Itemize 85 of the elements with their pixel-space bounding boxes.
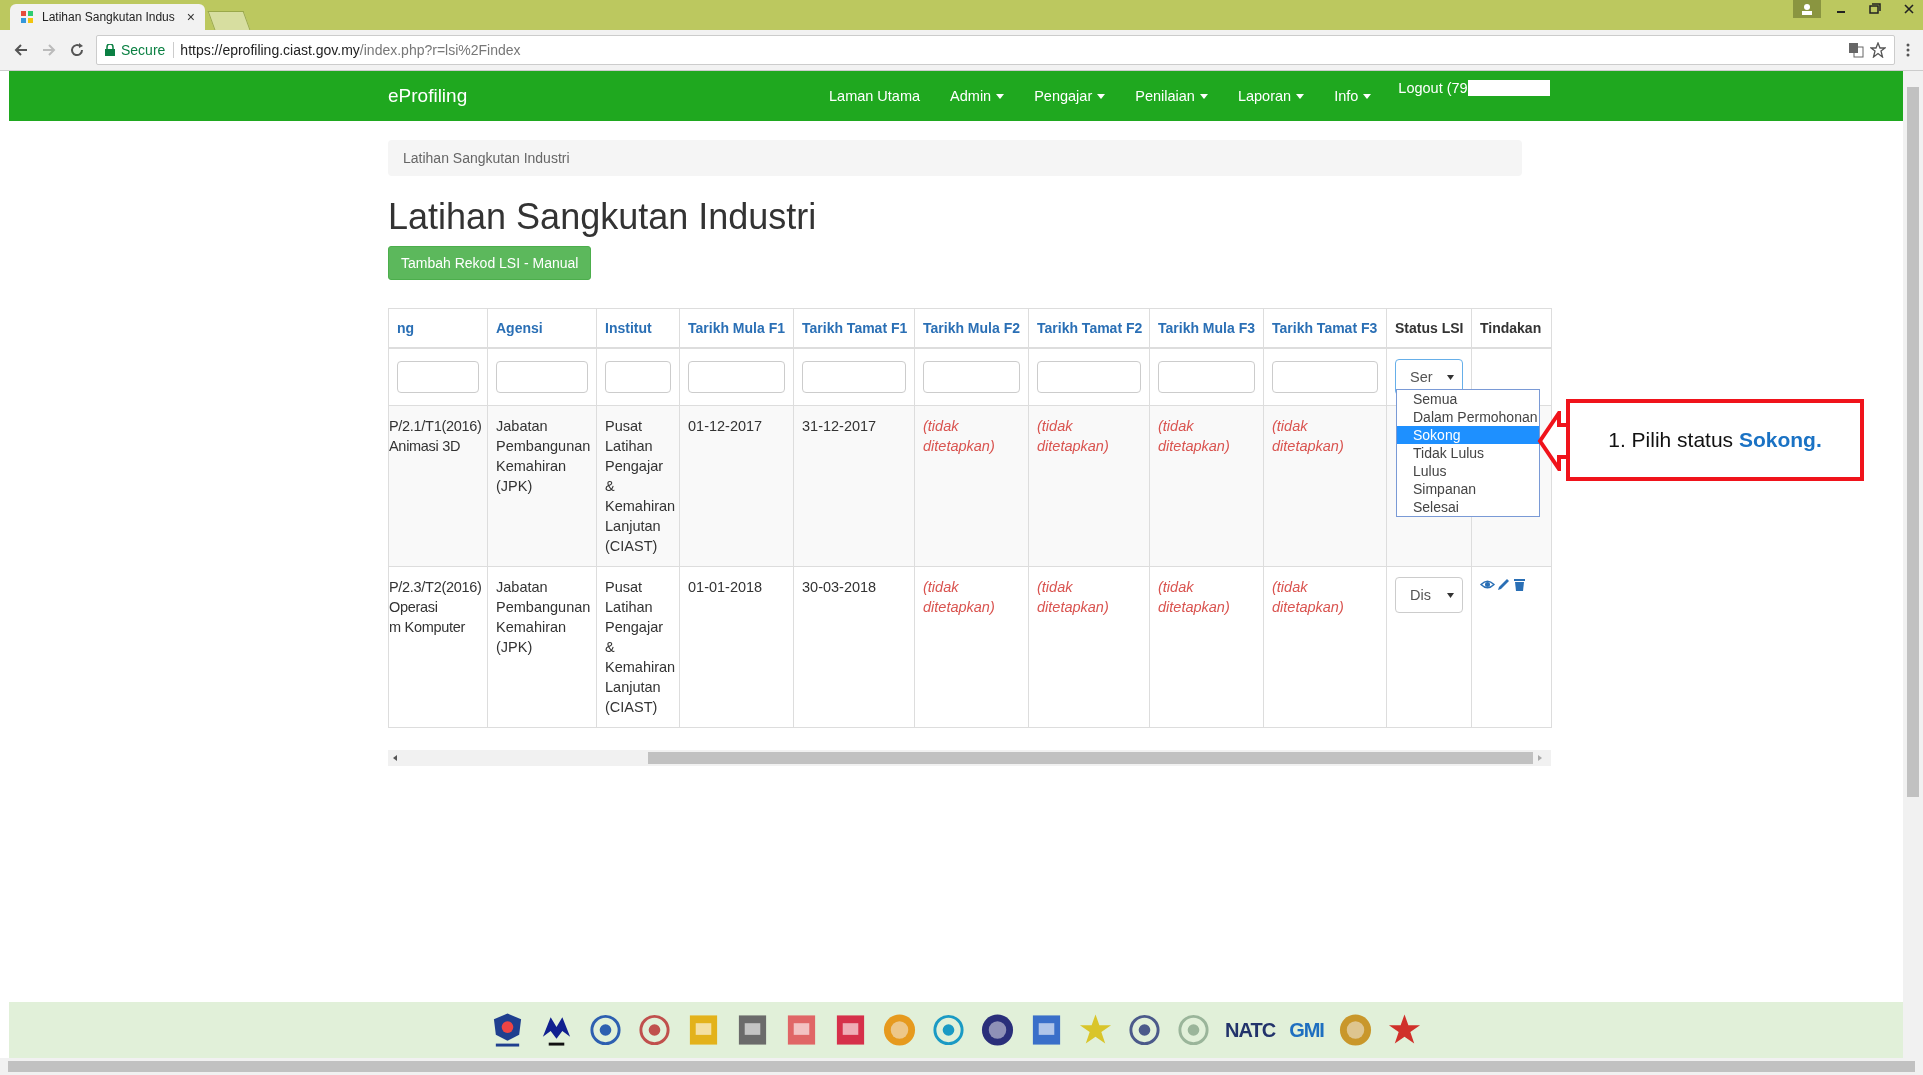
- logo-text: GMI: [1289, 1018, 1324, 1042]
- caret-icon: [1447, 374, 1454, 380]
- round-logo-icon: [1337, 1011, 1373, 1049]
- more-menu-icon[interactable]: [1905, 42, 1911, 58]
- trash-icon[interactable]: [1512, 577, 1527, 592]
- filter-field[interactable]: [397, 361, 479, 393]
- page-title: Latihan Sangkutan Industri: [388, 196, 818, 238]
- table-cell-text: (tidak ditetapkan): [1272, 417, 1345, 456]
- breadcrumb-item: Latihan Sangkutan Industri: [403, 150, 570, 166]
- nav-item[interactable]: Pengajar: [1019, 88, 1121, 104]
- grid-favicon-icon: [20, 10, 34, 24]
- reload-icon[interactable]: [68, 41, 86, 59]
- pencil-icon[interactable]: [1496, 577, 1511, 592]
- secure-label: Secure: [121, 42, 175, 58]
- filter-field[interactable]: [605, 361, 671, 393]
- table-cell-text: Jabatan Pembangunan Kemahiran (JPK): [496, 578, 588, 657]
- page-horizontal-scrollbar[interactable]: [0, 1058, 1923, 1075]
- caret-icon: [1097, 93, 1106, 99]
- nav-item[interactable]: Info: [1319, 88, 1387, 104]
- table-cell-text: Jabatan Pembangunan Kemahiran (JPK): [496, 417, 588, 496]
- dropdown-option[interactable]: Simpanan: [1397, 480, 1539, 498]
- filter-field[interactable]: [1272, 361, 1378, 393]
- table-cell-text: P/2.3/T2(2016) Operasi m Komputer: [389, 578, 483, 637]
- caret-icon: [996, 93, 1005, 99]
- new-tab-button[interactable]: [207, 11, 251, 30]
- dropdown-option[interactable]: Selesai: [1397, 498, 1539, 516]
- eye-icon[interactable]: [1480, 577, 1495, 592]
- dropdown-option[interactable]: Lulus: [1397, 462, 1539, 480]
- caret-icon: [1199, 93, 1208, 99]
- column-header: Tindakan: [1471, 308, 1552, 348]
- address-bar[interactable]: Secure https://eprofiling.ciast.gov.my/index.php?r=lsi%2Findex: [96, 35, 1895, 65]
- browser-tab[interactable]: Latihan Sangkutan Indus ×: [10, 4, 205, 30]
- url-text: https://eprofiling.ciast.gov.my/index.php?r=lsi%2Findex: [180, 42, 521, 58]
- dropdown-option[interactable]: Dalam Permohonan: [1397, 408, 1539, 426]
- column-header[interactable]: Tarikh Tamat F1: [793, 308, 915, 348]
- nav-item[interactable]: Laporan: [1222, 88, 1320, 104]
- caret-icon: [1447, 592, 1454, 598]
- table-cell-text: (tidak ditetapkan): [1037, 417, 1110, 456]
- table-cell-text: P/2.1/T1(2016) Animasi 3D: [389, 417, 483, 456]
- table-cell-text: (tidak ditetapkan): [1158, 578, 1231, 617]
- table-cell-text: (tidak ditetapkan): [1037, 578, 1110, 617]
- table-cell-text: (tidak ditetapkan): [923, 417, 996, 456]
- nav-item[interactable]: Laman Utama: [814, 88, 936, 104]
- table-cell-text: 01-12-2017: [688, 417, 764, 436]
- logout-link[interactable]: Logout (79: [1398, 80, 1468, 96]
- table-cell-text: (tidak ditetapkan): [923, 578, 996, 617]
- callout-text: 1. Pilih status Sokong.: [1608, 428, 1822, 452]
- filter-field[interactable]: [688, 361, 785, 393]
- column-header[interactable]: Tarikh Tamat F3: [1263, 308, 1387, 348]
- vertical-scrollbar[interactable]: [1903, 71, 1923, 1058]
- translate-icon[interactable]: [1848, 42, 1864, 58]
- column-header[interactable]: Agensi: [487, 308, 597, 348]
- dropdown-option[interactable]: Tidak Lulus: [1397, 444, 1539, 462]
- column-header[interactable]: Tarikh Mula F2: [914, 308, 1029, 348]
- round-logo-icon: [882, 1011, 918, 1049]
- logo-text: NATC: [1225, 1018, 1276, 1042]
- column-header[interactable]: Tarikh Mula F1: [679, 308, 794, 348]
- column-header[interactable]: Tarikh Tamat F2: [1028, 308, 1150, 348]
- filter-field[interactable]: [802, 361, 906, 393]
- dropdown-option[interactable]: Sokong: [1397, 426, 1539, 444]
- round-logo-icon: [980, 1011, 1016, 1049]
- column-header[interactable]: ng: [388, 308, 488, 348]
- table-cell-text: (tidak ditetapkan): [1272, 578, 1345, 617]
- brand-link[interactable]: eProfiling: [388, 85, 814, 107]
- table-cell-text: 30-03-2018: [802, 578, 878, 597]
- user-icon[interactable]: [1793, 0, 1821, 18]
- filter-field[interactable]: [496, 361, 588, 393]
- filter-field[interactable]: [1037, 361, 1141, 393]
- column-header: Status LSI: [1386, 308, 1472, 348]
- caret-icon: [1296, 93, 1305, 99]
- table-cell-text: 31-12-2017: [802, 417, 878, 436]
- lock-icon: [105, 44, 115, 56]
- table-cell-text: 01-01-2018: [688, 578, 764, 597]
- close-tab-button[interactable]: ×: [186, 9, 195, 25]
- nav-item[interactable]: Admin: [935, 88, 1020, 104]
- horizontal-scrollbar[interactable]: [388, 750, 1551, 766]
- nav-item[interactable]: Penilaian: [1120, 88, 1223, 104]
- column-header[interactable]: Institut: [596, 308, 680, 348]
- filter-field[interactable]: [1158, 361, 1255, 393]
- status-select[interactable]: Dis: [1395, 577, 1463, 613]
- table-cell-text: (tidak ditetapkan): [1158, 417, 1231, 456]
- filter-field[interactable]: [923, 361, 1020, 393]
- caret-icon: [1363, 93, 1372, 99]
- column-header[interactable]: Tarikh Mula F3: [1149, 308, 1264, 348]
- star-icon[interactable]: [1870, 42, 1886, 58]
